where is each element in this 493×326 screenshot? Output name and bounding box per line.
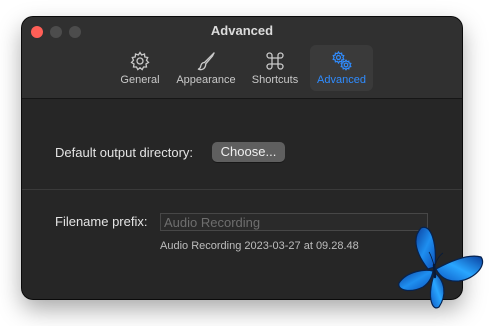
gears-icon	[331, 50, 352, 71]
tab-appearance-label: Appearance	[176, 74, 236, 86]
tab-advanced[interactable]: Advanced	[310, 45, 373, 91]
tab-shortcuts-label: Shortcuts	[251, 74, 299, 86]
section-divider	[22, 189, 462, 190]
command-icon	[266, 52, 284, 70]
paintbrush-icon	[197, 52, 215, 71]
filename-prefix-label: Filename prefix:	[55, 214, 148, 229]
tab-general[interactable]: General	[116, 45, 164, 91]
window-title: Advanced	[210, 23, 274, 38]
choose-directory-button[interactable]: Choose...	[212, 142, 285, 162]
tab-advanced-label: Advanced	[317, 74, 366, 86]
tab-appearance[interactable]: Appearance	[172, 45, 240, 91]
filename-prefix-input[interactable]	[160, 213, 428, 231]
tab-general-label: General	[120, 74, 160, 86]
output-directory-label: Default output directory:	[55, 145, 194, 160]
toolbar: Advanced General Appearance Shortcuts Ad…	[22, 17, 462, 99]
butterfly-icon	[398, 226, 484, 309]
gear-icon	[130, 51, 150, 71]
filename-preview: Audio Recording 2023-03-27 at 09.28.48	[160, 240, 359, 252]
tab-shortcuts[interactable]: Shortcuts	[247, 45, 303, 91]
